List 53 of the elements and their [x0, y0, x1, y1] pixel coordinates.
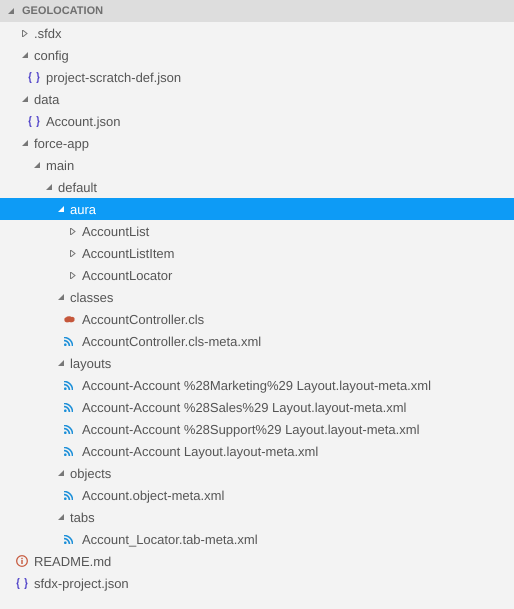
file-item[interactable]: Account-Account %28Marketing%29 Layout.layout-meta.xml — [0, 374, 514, 396]
collapse-arrow-icon[interactable] — [58, 360, 64, 366]
file-item[interactable]: README.md — [0, 550, 514, 572]
expand-arrow-icon[interactable] — [70, 272, 76, 278]
rss-icon — [64, 380, 73, 390]
collapse-arrow-icon[interactable] — [46, 184, 52, 190]
section-title: GEOLOCATION — [22, 5, 104, 17]
file-item[interactable]: Account.json — [0, 110, 514, 132]
folder-item[interactable]: force-app — [0, 132, 514, 154]
folder-item[interactable]: AccountLocator — [0, 264, 514, 286]
expand-arrow-icon[interactable] — [70, 228, 76, 234]
folder-item[interactable]: data — [0, 88, 514, 110]
rss-icon — [64, 490, 73, 500]
folder-item[interactable]: config — [0, 44, 514, 66]
collapse-arrow-icon[interactable] — [22, 96, 28, 102]
file-item[interactable]: project-scratch-def.json — [0, 66, 514, 88]
file-item[interactable]: Account-Account %28Sales%29 Layout.layout-meta.xml — [0, 396, 514, 418]
braces-icon — [16, 578, 28, 588]
cloud-icon — [64, 316, 75, 322]
braces-icon — [28, 72, 40, 82]
rss-icon — [64, 534, 73, 544]
braces-icon — [28, 116, 40, 126]
rss-icon — [64, 446, 73, 456]
file-item[interactable]: Account_Locator.tab-meta.xml — [0, 528, 514, 550]
folder-item[interactable]: objects — [0, 462, 514, 484]
folder-item[interactable]: layouts — [0, 352, 514, 374]
folder-item[interactable]: classes — [0, 286, 514, 308]
collapse-arrow-icon[interactable] — [58, 470, 64, 476]
folder-item[interactable]: tabs — [0, 506, 514, 528]
folder-item[interactable]: AccountListItem — [0, 242, 514, 264]
file-item[interactable]: Account.object-meta.xml — [0, 484, 514, 506]
folder-item[interactable]: AccountList — [0, 220, 514, 242]
rss-icon — [64, 424, 73, 434]
folder-item[interactable]: default — [0, 176, 514, 198]
expand-arrow-icon[interactable] — [22, 30, 28, 36]
file-item[interactable]: Account-Account %28Support%29 Layout.layout-meta.xml — [0, 418, 514, 440]
rss-icon — [64, 336, 73, 346]
collapse-arrow-icon[interactable] — [58, 206, 64, 212]
file-item[interactable]: AccountController.cls-meta.xml — [0, 330, 514, 352]
collapse-arrow-icon[interactable] — [58, 294, 64, 300]
rss-icon — [64, 402, 73, 412]
collapse-arrow-icon[interactable] — [58, 514, 64, 520]
collapse-arrow-icon[interactable] — [22, 52, 28, 58]
info-icon — [16, 555, 28, 567]
collapse-arrow-icon[interactable] — [22, 140, 28, 146]
expand-arrow-icon[interactable] — [70, 250, 76, 256]
collapse-arrow-icon[interactable] — [34, 162, 40, 168]
file-item[interactable]: AccountController.cls — [0, 308, 514, 330]
folder-item[interactable]: .sfdx — [0, 22, 514, 44]
file-item[interactable]: Account-Account Layout.layout-meta.xml — [0, 440, 514, 462]
folder-item[interactable]: main — [0, 154, 514, 176]
file-item[interactable]: sfdx-project.json — [0, 572, 514, 594]
explorer-section-header[interactable]: GEOLOCATION — [0, 0, 514, 22]
